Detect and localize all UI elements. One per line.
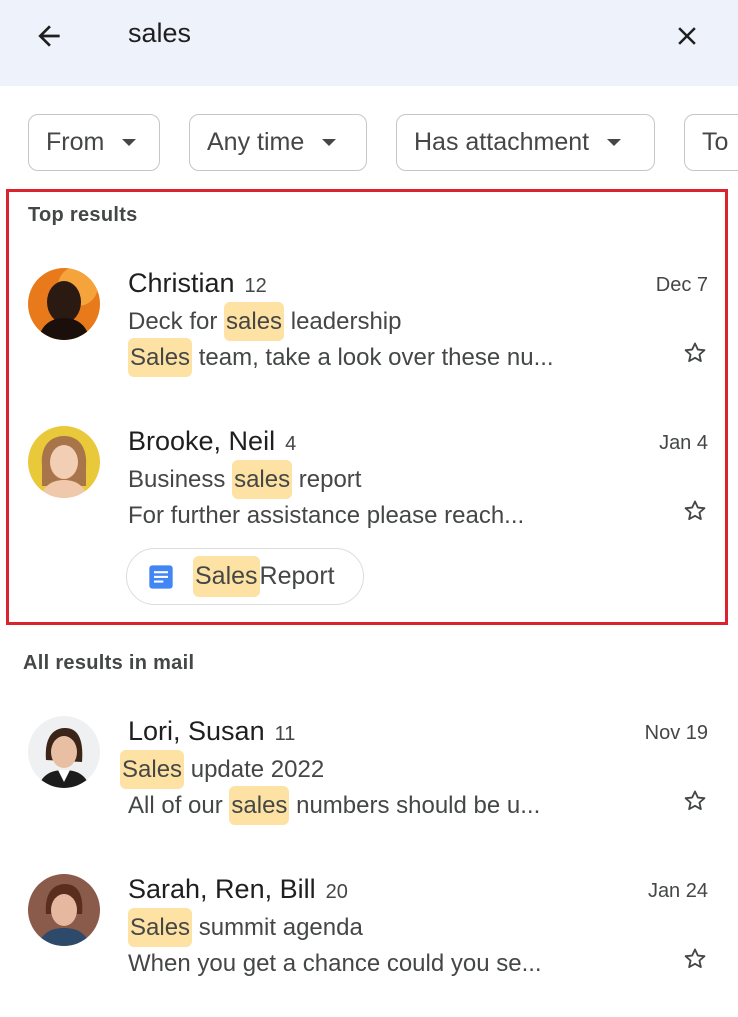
thread-count: 11: [274, 723, 296, 745]
search-highlight: Sales: [128, 338, 193, 377]
arrow-left-icon: [38, 25, 60, 47]
chevron-down-icon: [607, 139, 622, 146]
search-highlight: sales: [224, 302, 285, 341]
email-date: Dec 7: [655, 274, 708, 296]
email-date: Jan 24: [647, 880, 708, 902]
email-snippet: All of our sales numbers should be u...: [128, 786, 540, 825]
email-subject: Business sales report: [128, 460, 361, 499]
close-icon: [678, 27, 696, 45]
email-subject: Sales update 2022: [120, 750, 324, 789]
star-outline-icon[interactable]: [682, 340, 708, 366]
chip-label: To: [702, 128, 729, 156]
search-highlight: sales: [229, 786, 290, 825]
search-bar: sales: [0, 0, 738, 86]
star-outline-icon[interactable]: [682, 788, 708, 814]
email-date: Nov 19: [644, 722, 708, 744]
email-snippet: Sales team, take a look over these nu...: [128, 338, 554, 377]
chip-label: Any time: [207, 128, 305, 156]
sender-name: Lori, Susan 11: [128, 716, 296, 746]
sender-name: Sarah, Ren, Bill 20: [128, 874, 348, 904]
filter-chip-row: From Any time Has attachment To: [0, 114, 738, 172]
back-button[interactable]: [28, 16, 70, 56]
all-results-heading: All results in mail: [23, 652, 195, 674]
chip-label: From: [46, 128, 105, 156]
search-highlight: Sales: [128, 908, 193, 947]
email-subject: Sales summit agenda: [128, 908, 363, 947]
chip-label: Has attachment: [414, 128, 590, 156]
email-snippet: For further assistance please reach...: [128, 502, 525, 529]
clear-search-button[interactable]: [666, 16, 708, 56]
star-outline-icon[interactable]: [682, 498, 708, 524]
thread-count: 20: [325, 881, 348, 903]
top-results-heading: Top results: [28, 204, 138, 226]
search-input[interactable]: sales: [128, 18, 191, 49]
search-highlight: Sales: [120, 750, 185, 789]
attachment-chip[interactable]: Sales Report: [126, 548, 364, 605]
google-docs-icon: [149, 564, 173, 589]
thread-count: 4: [285, 433, 297, 455]
email-date: Jan 4: [659, 432, 708, 454]
attachment-name: Report: [259, 562, 335, 590]
email-row[interactable]: Christian 12 Dec 7 Deck for sales leaders…: [0, 268, 738, 378]
filter-chip-from[interactable]: From: [28, 114, 160, 171]
avatar: [28, 268, 100, 340]
filter-chip-any-time[interactable]: Any time: [189, 114, 367, 171]
filter-chip-to[interactable]: To: [684, 114, 738, 171]
search-highlight: Sales: [193, 556, 260, 597]
star-outline-icon[interactable]: [682, 946, 708, 972]
email-row[interactable]: Brooke, Neil 4 Jan 4 Business sales repor…: [0, 426, 738, 536]
sender-name: Christian 12: [128, 268, 267, 298]
thread-count: 12: [244, 275, 267, 297]
filter-chip-has-attachment[interactable]: Has attachment: [396, 114, 655, 171]
avatar: [28, 874, 100, 946]
search-highlight: sales: [232, 460, 293, 499]
email-row[interactable]: Lori, Susan 11 Nov 19 Sales update 2022 A…: [0, 716, 738, 826]
avatar: [28, 426, 100, 498]
email-row[interactable]: Sarah, Ren, Bill 20 Jan 24 Sales summit a…: [0, 874, 738, 984]
chevron-down-icon: [322, 139, 337, 146]
email-snippet: When you get a chance could you se...: [128, 950, 542, 977]
top-results-highlight-frame: [6, 189, 728, 625]
sender-name: Brooke, Neil 4: [128, 426, 297, 456]
email-subject: Deck for sales leadership: [128, 302, 401, 341]
avatar: [28, 716, 100, 788]
chevron-down-icon: [122, 139, 137, 146]
